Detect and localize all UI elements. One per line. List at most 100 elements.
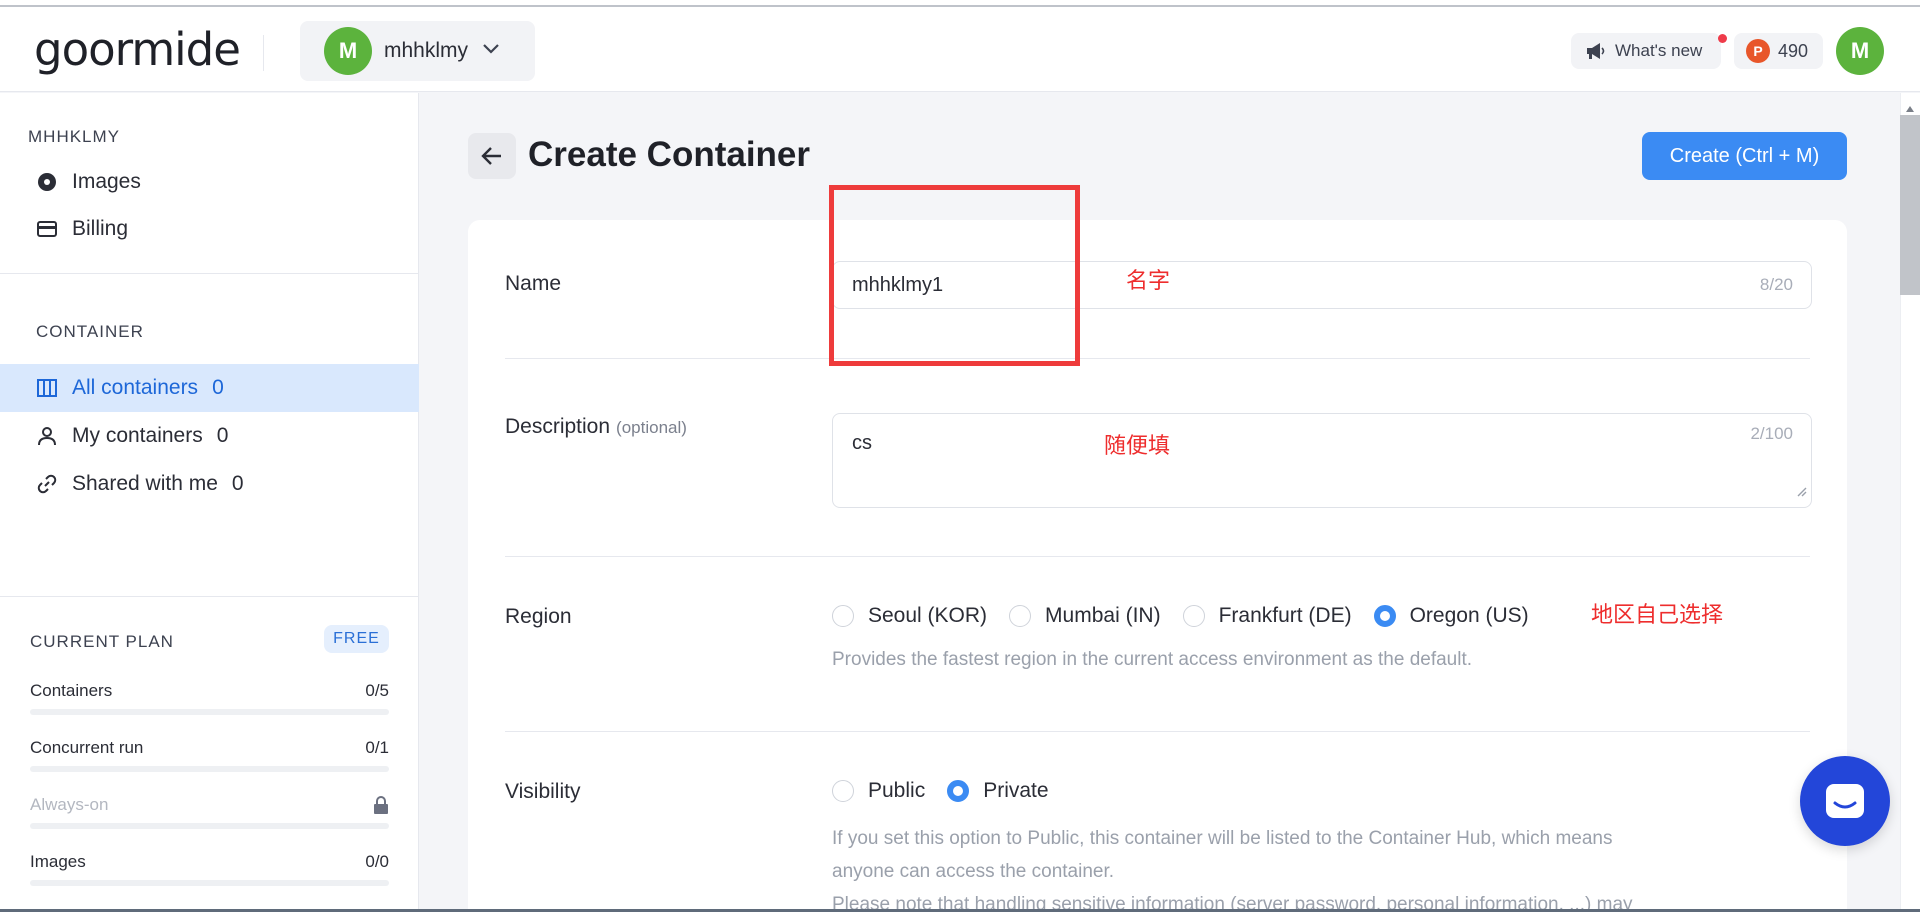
- region-option-oregon[interactable]: Oregon (US): [1373, 604, 1529, 628]
- sidebar-item-billing[interactable]: Billing: [0, 205, 419, 253]
- page-title: Create Container: [528, 135, 811, 174]
- user-avatar[interactable]: M: [1836, 27, 1884, 75]
- goormide-logo[interactable]: goormide: [34, 23, 241, 76]
- notification-dot: [1718, 34, 1727, 43]
- scrollbar-thumb[interactable]: [1900, 115, 1920, 295]
- plan-row-label: Containers: [30, 681, 113, 700]
- plan-row-label: Images: [30, 852, 86, 871]
- plan-row-containers: Containers 0/5: [30, 681, 389, 701]
- points-value: 490: [1778, 40, 1809, 61]
- annotation-highlight-box: [829, 185, 1080, 366]
- sidebar-item-label: All containers: [72, 376, 199, 399]
- name-counter: 8/20: [1759, 275, 1793, 294]
- radio-circle[interactable]: [1373, 605, 1396, 627]
- visibility-option-private[interactable]: Private: [947, 779, 1049, 803]
- sidebar-item-count: 0: [231, 472, 244, 495]
- sidebar-item-count: 0: [216, 424, 229, 447]
- radio-label: Oregon (US): [1409, 604, 1529, 627]
- container-section-title: CONTAINER: [36, 322, 144, 341]
- plan-row-value: 0/1: [365, 738, 389, 757]
- radio-circle[interactable]: [1182, 605, 1205, 627]
- radio-circle[interactable]: [832, 780, 854, 802]
- sidebar-item-images[interactable]: Images: [0, 158, 419, 206]
- plan-badge: FREE: [324, 625, 389, 653]
- radio-circle[interactable]: [947, 780, 970, 802]
- annotation-description-note: 随便填: [1104, 434, 1171, 459]
- disc-icon: [36, 172, 58, 192]
- arrow-left-icon: [481, 147, 501, 165]
- whats-new-button[interactable]: What's new: [1571, 33, 1721, 69]
- resize-grip-icon[interactable]: [1797, 480, 1807, 503]
- plan-row-always-on: Always-on: [30, 795, 389, 815]
- card-icon: [36, 221, 58, 237]
- region-radio-group: Seoul (KOR) Mumbai (IN) Frankfurt (DE) O…: [832, 604, 1551, 628]
- visibility-label: Visibility: [505, 780, 581, 803]
- region-label: Region: [505, 605, 572, 628]
- name-label: Name: [505, 272, 562, 295]
- browser-top-edge: [0, 0, 1920, 7]
- visibility-help-text: If you set this option to Public, this c…: [832, 822, 1792, 912]
- chevron-down-icon: [482, 42, 500, 60]
- columns-icon: [36, 379, 58, 397]
- logo-divider: [263, 35, 264, 71]
- plan-usage-bar: [30, 823, 389, 829]
- row-divider: [505, 731, 1810, 732]
- create-button[interactable]: Create (Ctrl + M): [1642, 132, 1847, 180]
- current-plan-title: CURRENT PLAN: [30, 632, 174, 651]
- sidebar-item-count: 0: [212, 376, 224, 399]
- plan-row-images: Images 0/0: [30, 852, 389, 872]
- optional-hint: (optional): [616, 418, 687, 437]
- visibility-help-line: If you set this option to Public, this c…: [832, 828, 1613, 849]
- row-divider: [505, 358, 1810, 359]
- lock-icon: [373, 795, 389, 820]
- radio-label: Frankfurt (DE): [1218, 604, 1352, 627]
- person-icon: [36, 426, 58, 446]
- annotation-region-note: 地区自己选择: [1591, 603, 1724, 628]
- region-option-seoul[interactable]: Seoul (KOR): [832, 604, 987, 628]
- chat-support-button[interactable]: [1800, 756, 1890, 846]
- top-bar: goormide M mhhklmy What's new P 490 M: [0, 7, 1920, 92]
- visibility-radio-group: Public Private: [832, 779, 1071, 803]
- radio-label: Seoul (KOR): [868, 604, 988, 627]
- workspace-avatar: M: [324, 27, 372, 75]
- sidebar-item-all-containers[interactable]: All containers 0: [0, 364, 419, 412]
- points-badge: P: [1746, 39, 1770, 63]
- sidebar-item-label: My containers: [72, 424, 203, 447]
- plan-row-label: Always-on: [30, 795, 109, 814]
- radio-circle[interactable]: [832, 605, 854, 627]
- plan-usage-bar: [30, 880, 389, 886]
- sidebar-divider: [0, 273, 419, 274]
- region-option-mumbai[interactable]: Mumbai (IN): [1009, 604, 1161, 628]
- sidebar-divider: [0, 596, 419, 597]
- sidebar-item-shared-with-me[interactable]: Shared with me 0: [0, 460, 419, 508]
- sidebar-item-my-containers[interactable]: My containers 0: [0, 412, 419, 460]
- sidebar-item-label: Billing: [72, 217, 129, 240]
- sidebar: MHHKLMY Images Billing CONTAINER All con…: [0, 93, 419, 912]
- workspace-switcher[interactable]: M mhhklmy: [300, 21, 535, 81]
- whats-new-label: What's new: [1615, 41, 1703, 60]
- description-textarea[interactable]: cs 2/100: [832, 413, 1812, 508]
- back-button[interactable]: [468, 133, 516, 179]
- plan-usage-bar: [30, 709, 389, 715]
- plan-row-label: Concurrent run: [30, 738, 144, 757]
- radio-circle[interactable]: [1009, 605, 1032, 627]
- radio-label: Private: [983, 779, 1049, 802]
- plan-row-value: 0/5: [365, 681, 389, 700]
- chat-icon: [1826, 784, 1864, 818]
- region-help-text: Provides the fastest region in the curre…: [832, 649, 1473, 670]
- link-icon: [36, 474, 58, 494]
- visibility-help-line: anyone can access the container.: [832, 861, 1115, 882]
- workspace-section-title: MHHKLMY: [28, 127, 121, 146]
- annotation-name-note: 名字: [1126, 269, 1171, 294]
- description-value: cs: [852, 432, 872, 454]
- points-button[interactable]: P 490: [1734, 33, 1823, 69]
- region-option-frankfurt[interactable]: Frankfurt (DE): [1182, 604, 1352, 628]
- radio-label: Public: [868, 779, 926, 802]
- description-label: Description (optional): [505, 415, 687, 439]
- plan-usage-bar: [30, 766, 389, 772]
- megaphone-icon: [1587, 43, 1605, 59]
- main-content: Create Container Create (Ctrl + M) Name …: [420, 93, 1900, 912]
- description-counter: 2/100: [1750, 424, 1793, 443]
- visibility-option-public[interactable]: Public: [832, 779, 925, 803]
- workspace-name: mhhklmy: [384, 39, 469, 62]
